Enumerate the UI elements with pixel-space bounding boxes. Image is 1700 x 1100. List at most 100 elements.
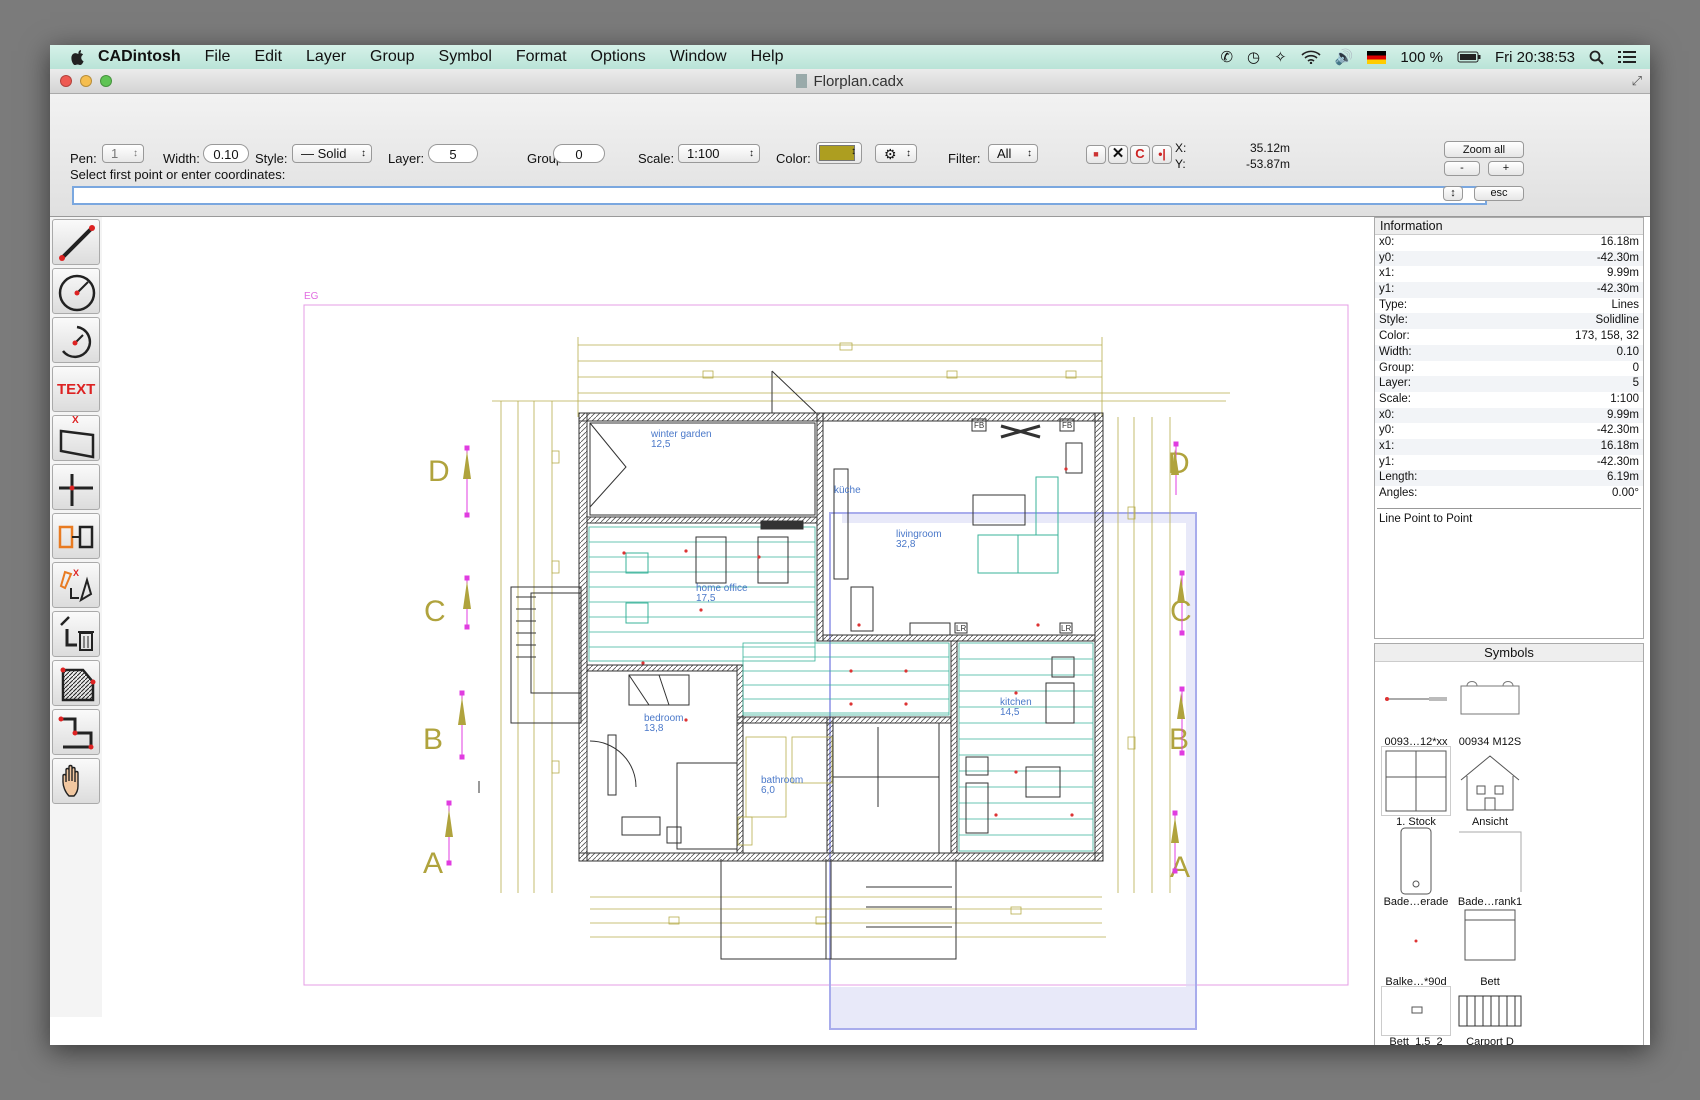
corner-tool[interactable]: [52, 464, 100, 510]
zoom-out-button[interactable]: -: [1444, 161, 1480, 176]
info-key: x0:: [1379, 408, 1395, 421]
symbol-item[interactable]: Carport D: [1453, 986, 1527, 1045]
room-winter-garden-area: 12,5: [651, 439, 671, 450]
info-key: Layer:: [1379, 377, 1411, 390]
width-field[interactable]: 0.10: [203, 144, 249, 163]
circle-icon: [58, 274, 96, 312]
settings-select[interactable]: ⚙: [875, 144, 917, 163]
menu-edit[interactable]: Edit: [254, 48, 282, 66]
symbol-thumbnail: [1381, 906, 1451, 976]
style-select[interactable]: — Solid: [292, 144, 372, 163]
filter-label: Filter:: [948, 151, 981, 166]
zoom-all-button[interactable]: Zoom all: [1444, 141, 1524, 158]
input-flag-icon[interactable]: [1367, 50, 1387, 64]
menu-app-name[interactable]: CADintosh: [98, 48, 181, 66]
hatch-tool[interactable]: [52, 660, 100, 706]
menu-help[interactable]: Help: [751, 48, 784, 66]
circle-tool[interactable]: [52, 268, 100, 314]
color-well[interactable]: [816, 142, 862, 164]
polyline-tool[interactable]: [52, 709, 100, 755]
snap-endpoint-icon[interactable]: •|: [1152, 145, 1172, 164]
room-bedroom-area: 13,8: [644, 723, 664, 734]
delete-tool[interactable]: [52, 611, 100, 657]
snap-intersection-icon[interactable]: ✕: [1108, 145, 1128, 164]
text-icon: TEXT: [57, 381, 96, 398]
symbol-item[interactable]: Bett_1,5_2: [1379, 986, 1453, 1045]
time-machine-icon[interactable]: ◷: [1247, 48, 1260, 66]
layer-field[interactable]: 5: [428, 144, 478, 163]
menu-symbol[interactable]: Symbol: [439, 48, 492, 66]
info-value: 173, 158, 32: [1575, 330, 1639, 343]
section-label-b: B: [423, 723, 443, 756]
menu-group[interactable]: Group: [370, 48, 414, 66]
phone-icon[interactable]: ✆: [1220, 48, 1233, 66]
snap-center-icon[interactable]: C: [1130, 145, 1150, 164]
coordinate-input[interactable]: [72, 186, 1487, 205]
pan-tool[interactable]: [52, 758, 100, 804]
notification-list-icon[interactable]: [1618, 50, 1636, 64]
info-value: 9.99m: [1607, 267, 1639, 280]
battery-icon[interactable]: [1457, 51, 1481, 63]
info-value: -42.30m: [1596, 455, 1639, 468]
information-title: Information: [1375, 218, 1643, 235]
volume-icon[interactable]: 🔊: [1335, 48, 1354, 66]
spotlight-search-icon[interactable]: [1589, 50, 1604, 65]
info-value: 1:100: [1610, 392, 1639, 405]
symbol-thumbnail: [1455, 906, 1525, 976]
info-key: Width:: [1379, 345, 1412, 358]
symbol-item[interactable]: 1. Stock: [1379, 746, 1453, 828]
esc-button[interactable]: esc: [1474, 186, 1524, 201]
menu-layer[interactable]: Layer: [306, 48, 346, 66]
symbol-item[interactable]: 0093…12*xx: [1379, 666, 1453, 748]
edit-tool[interactable]: X: [52, 562, 100, 608]
bluetooth-icon[interactable]: ✧: [1274, 48, 1287, 66]
scale-select[interactable]: 1:100: [678, 144, 760, 163]
symbol-thumbnail: [1381, 666, 1451, 736]
copy-tool[interactable]: [52, 513, 100, 559]
symbol-item[interactable]: Balke…*90d: [1379, 906, 1453, 988]
app-window: CADintosh File Edit Layer Group Symbol F…: [50, 45, 1650, 1045]
info-key: Color:: [1379, 330, 1410, 343]
symbol-item[interactable]: Ansicht: [1453, 746, 1527, 828]
drawing-canvas[interactable]: EG D D C C B B A A FB FB LR LR winter ga…: [106, 217, 1366, 1045]
dimension-tool[interactable]: X: [52, 415, 100, 461]
scale-label: Scale:: [638, 151, 675, 166]
fb-label-2: FB: [1062, 421, 1072, 430]
apple-icon[interactable]: [70, 49, 86, 66]
menu-options[interactable]: Options: [591, 48, 646, 66]
zoom-in-button[interactable]: +: [1488, 161, 1524, 176]
arc-tool[interactable]: [52, 317, 100, 363]
info-key: x0:: [1379, 236, 1395, 248]
info-value: 16.18m: [1600, 439, 1639, 452]
floor-plan-drawing[interactable]: EG D D C C B B A A FB FB LR LR winter ga…: [106, 217, 1366, 1045]
symbol-item[interactable]: Bade…rank1: [1453, 826, 1527, 908]
hand-icon: [62, 764, 79, 797]
fullscreen-icon[interactable]: ⤢: [1632, 73, 1642, 89]
menu-clock[interactable]: Fri 20:38:53: [1495, 49, 1575, 66]
menu-format[interactable]: Format: [516, 48, 567, 66]
menu-file[interactable]: File: [205, 48, 231, 66]
text-tool[interactable]: TEXT: [52, 366, 100, 412]
menu-window[interactable]: Window: [670, 48, 727, 66]
symbol-thumbnail: [1381, 746, 1451, 816]
document-icon: [796, 74, 808, 88]
info-key: x1:: [1379, 439, 1395, 452]
info-row: Type: Lines: [1375, 298, 1643, 314]
symbol-item[interactable]: Bett: [1453, 906, 1527, 988]
info-value: 9.99m: [1607, 408, 1639, 421]
section-label-d: D: [428, 455, 450, 488]
group-field[interactable]: 0: [553, 144, 605, 163]
edit-marker: X: [73, 568, 80, 578]
fb-label-1: FB: [974, 421, 984, 430]
line-tool[interactable]: [52, 219, 100, 265]
width-label: Width:: [163, 151, 200, 166]
history-stepper[interactable]: ↕: [1443, 186, 1463, 201]
pen-select[interactable]: 1: [102, 144, 144, 163]
symbol-item[interactable]: Bade…erade: [1379, 826, 1453, 908]
information-rows: x0: 16.18m y0: -42.30m x1: 9.99m y1: -42.30m Typ…: [1375, 235, 1643, 502]
snap-grid-icon[interactable]: ■: [1086, 145, 1106, 164]
symbol-item[interactable]: 00934 M12S: [1453, 666, 1527, 748]
wifi-icon[interactable]: [1301, 50, 1321, 64]
filter-select[interactable]: All: [988, 144, 1038, 163]
hatch-icon: [60, 667, 96, 702]
